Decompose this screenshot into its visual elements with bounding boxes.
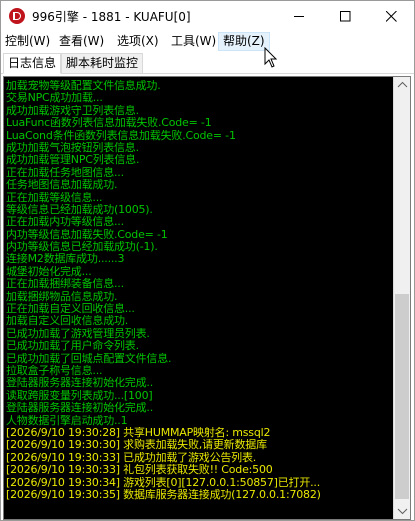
log-line: 人物数据引擎启动成功..1 — [6, 414, 128, 427]
log-line: 正在加载自定义回收信息... — [6, 303, 135, 316]
menu-bar: 控制(W) 查看(W) 选项(X) 工具(W) 帮助(Z) — [1, 31, 414, 51]
menu-control[interactable]: 控制(W) — [5, 32, 50, 51]
scroll-down-button[interactable] — [394, 502, 410, 519]
log-line: 拉取盒子称号信息... — [6, 364, 103, 377]
app-logo-icon[interactable] — [9, 8, 25, 24]
tab-bar: 日志信息 脚本耗时监控 — [1, 53, 414, 74]
arrow-down-icon — [397, 508, 408, 515]
log-line: 已成功加载了用户命令列表. — [6, 340, 139, 353]
log-output-panel[interactable]: 加载宠物等级配置文件信息成功. 交易NPC成功加载... 成功加载游戏守卫列表信息.… — [3, 76, 411, 520]
log-lines: 加载宠物等级配置文件信息成功. 交易NPC成功加载... 成功加载游戏守卫列表信息.… — [6, 80, 394, 501]
log-line: 正在加载捆绑装备信息... — [6, 278, 124, 291]
log-line: 任务地图信息加载成功. — [6, 179, 118, 192]
arrow-up-icon — [397, 81, 408, 88]
log-line: 登陆器服务器连接初始化完成.. — [6, 402, 153, 415]
log-line: 加载宠物等级配置文件信息成功. — [6, 80, 161, 92]
log-line: 正在加载任务地图信息... — [6, 166, 124, 179]
log-line: [2026/9/10 19:30:33] 已成功加载了游戏公告列表. — [6, 451, 257, 464]
log-line: 读取跨服变量列表成功...[100] — [6, 389, 153, 402]
log-line: [2026/9/10 19:30:35] 数据库服务器连接成功(127.0.0.… — [6, 488, 321, 501]
log-line: [2026/9/10 19:30:30] 求购表加载失败,请更新数据库 — [6, 439, 267, 452]
close-icon — [386, 11, 397, 22]
log-line: [2026/9/10 19:30:28] 共享HUMMAP映射名: mssql2 — [6, 426, 271, 439]
log-line: 登陆器服务器连接初始化完成.. — [6, 377, 153, 390]
log-line: 已成功加载了游戏管理员列表. — [6, 327, 150, 340]
log-line: [2026/9/10 19:30:34] 游戏列表[0][127.0.0.1:5… — [6, 476, 321, 489]
log-line: 加载自定义回收信息成功. — [6, 315, 129, 328]
log-line: 连接M2数据库成功......3 — [6, 253, 125, 266]
log-line: 已成功加载了回城点配置文件信息. — [6, 352, 172, 365]
menu-options[interactable]: 选项(X) — [117, 32, 159, 51]
maximize-icon — [340, 11, 351, 22]
log-line: LuaFunc函数列表信息加载失败.Code= -1 — [6, 117, 212, 130]
log-line: 成功加载气泡按钮列表信息. — [6, 141, 139, 154]
log-line: 等级信息已经加载成功(1005). — [6, 203, 153, 216]
log-line: 成功加载游戏守卫列表信息. — [6, 104, 139, 117]
minimize-button[interactable] — [276, 1, 322, 31]
log-line: 交易NPC成功加载... — [6, 92, 103, 105]
menu-tools[interactable]: 工具(W) — [171, 32, 216, 51]
minimize-icon — [294, 16, 304, 17]
log-line: 加载捆绑物品信息成功. — [6, 290, 118, 303]
app-window: 996引擎 - 1881 - KUAFU[0] 控制(W) 查看(W) 选项(X… — [0, 0, 415, 521]
log-line: 正在加载等级信息... — [6, 191, 103, 204]
log-line: 城堡初始化完成... — [6, 265, 92, 278]
scroll-up-button[interactable] — [394, 77, 410, 94]
log-line: [2026/9/10 19:30:33] 礼包列表获取失败!! Code:500 — [6, 464, 273, 477]
tab-log-info[interactable]: 日志信息 — [3, 53, 62, 74]
menu-help[interactable]: 帮助(Z) — [218, 32, 270, 51]
window-title: 996引擎 - 1881 - KUAFU[0] — [32, 10, 191, 24]
tab-script-timing-monitor[interactable]: 脚本耗时监控 — [61, 53, 144, 74]
scroll-thumb[interactable] — [395, 294, 409, 499]
close-button[interactable] — [368, 1, 414, 31]
title-bar[interactable]: 996引擎 - 1881 - KUAFU[0] — [1, 1, 414, 31]
log-line: 正在加载内功等级信息... — [6, 216, 124, 229]
log-line: 内功等级信息已经加载成功(-1). — [6, 241, 158, 254]
menu-view[interactable]: 查看(W) — [59, 32, 104, 51]
log-scrollbar[interactable] — [393, 77, 410, 519]
log-line: 成功加载管理NPC列表信息. — [6, 154, 140, 167]
maximize-button[interactable] — [322, 1, 368, 31]
log-line: LuaCond条件函数列表信息加载失败.Code= -1 — [6, 129, 236, 142]
log-line: 内功等级信息加载失败.Code= -1 — [6, 228, 168, 241]
